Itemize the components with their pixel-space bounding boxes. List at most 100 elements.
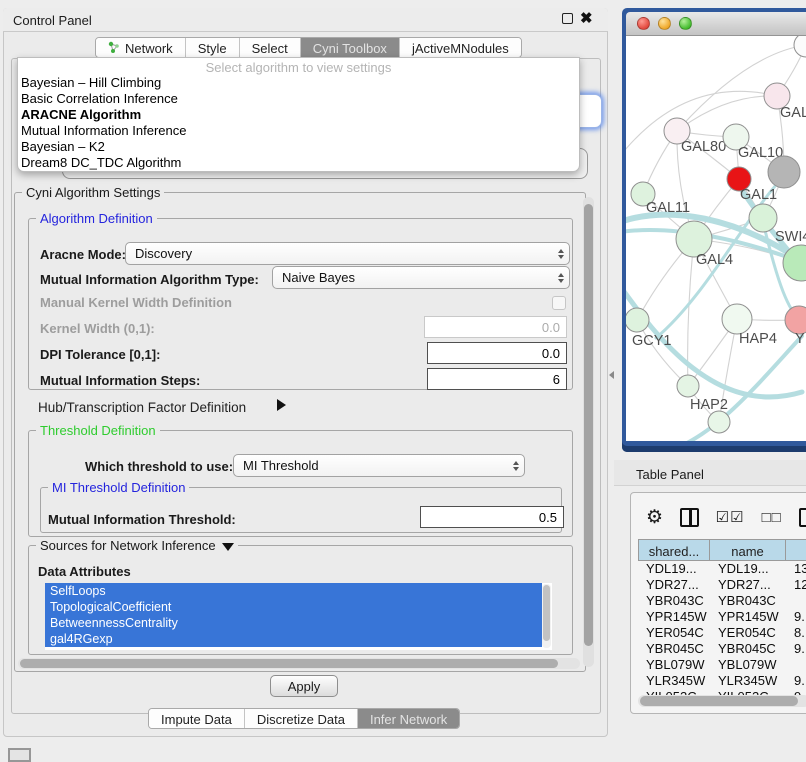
network-edge[interactable] (677, 96, 777, 131)
node-label: Y (795, 331, 805, 347)
column-header[interactable]: shared... (638, 539, 710, 561)
tab-label: Network (125, 41, 173, 56)
network-canvas[interactable]: GALGAL80GAL10GAL1GAL11GAL4SWI4GCY1HAP4YH… (626, 36, 806, 441)
table-cell: YBR043C (710, 593, 786, 609)
algorithm-item[interactable]: ARACNE Algorithm (18, 107, 579, 123)
settings-horizontal-scrollbar[interactable] (18, 658, 580, 669)
minimize-window-icon[interactable] (658, 17, 671, 30)
close-window-icon[interactable] (637, 17, 650, 30)
table-cell: 9. (786, 609, 806, 625)
kernel-width-field[interactable]: 0.0 (424, 316, 567, 338)
table-cell: YLR345W (638, 673, 710, 689)
table-row[interactable]: YPR145WYPR145W9. (638, 609, 806, 625)
expand-right-icon[interactable] (277, 399, 286, 411)
table-row[interactable]: YER054CYER054C8. (638, 625, 806, 641)
threshold-definition-legend: Threshold Definition (36, 423, 160, 438)
node-table: shared...name YDL19...YDL19...13YDR27...… (638, 539, 806, 705)
table-horizontal-scrollbar[interactable] (638, 695, 806, 707)
table-row[interactable]: YLR345WYLR345W9. (638, 673, 806, 689)
algorithm-dropdown-placeholder: Select algorithm to view settings (18, 58, 579, 75)
control-panel-titlebar (3, 8, 608, 32)
algorithm-item[interactable]: Basic Correlation Inference (18, 91, 579, 107)
node-label: GAL80 (681, 139, 726, 155)
deselect-all-checkboxes-icon[interactable]: □□ (762, 509, 782, 526)
tab-select[interactable]: Select (240, 38, 301, 57)
combo-stepper-icon (553, 249, 569, 259)
table-hscrollbar-thumb[interactable] (640, 696, 798, 706)
settings-vertical-scrollbar[interactable] (583, 197, 594, 667)
attribute-item[interactable]: SelfLoops (45, 583, 542, 599)
tab-impute-data[interactable]: Impute Data (149, 709, 245, 728)
mi-steps-field[interactable]: 6 (427, 368, 567, 390)
mi-threshold-legend: MI Threshold Definition (48, 480, 189, 495)
tab-label: Discretize Data (257, 712, 345, 727)
network-node-gcy1[interactable] (626, 308, 649, 332)
which-threshold-combo[interactable]: MI Threshold (233, 454, 525, 477)
algorithm-item[interactable]: Mutual Information Inference (18, 123, 579, 139)
attr-rows: SelfLoopsTopologicalCoefficientBetweenne… (45, 583, 552, 647)
node-label: HAP2 (690, 397, 728, 413)
network-edge[interactable] (637, 320, 688, 386)
zoom-window-icon[interactable] (679, 17, 692, 30)
tab-infer-network[interactable]: Infer Network (358, 709, 459, 728)
table-cell: YPR145W (638, 609, 710, 625)
tab-cyni-toolbox[interactable]: Cyni Toolbox (301, 38, 400, 57)
data-attributes-list[interactable]: SelfLoopsTopologicalCoefficientBetweenne… (45, 583, 552, 650)
panel-splitter-arrow-icon[interactable] (609, 371, 614, 379)
node-label: HAP4 (739, 331, 777, 347)
tab-discretize-data[interactable]: Discretize Data (245, 709, 358, 728)
attribute-item[interactable]: BetweennessCentrality (45, 615, 542, 631)
collapse-down-icon[interactable] (222, 543, 234, 551)
column-header[interactable]: name (710, 539, 786, 561)
column-header[interactable] (786, 539, 806, 561)
table-panel: ⚙ ☑☑ □□ shared...name YDL19...YDL19...13… (630, 492, 806, 714)
network-window-titlebar[interactable] (626, 12, 806, 36)
attribute-item[interactable]: gal4RGexp (45, 631, 542, 647)
tab-network[interactable]: Network (96, 38, 186, 57)
network-node-gal1[interactable] (749, 204, 777, 232)
table-row[interactable]: YBR043CYBR043C (638, 593, 806, 609)
attributes-scrollbar-thumb[interactable] (543, 585, 550, 641)
table-cell: YDR27... (710, 577, 786, 593)
hub-definition-label[interactable]: Hub/Transcription Factor Definition (38, 400, 246, 415)
algorithm-item[interactable]: Bayesian – K2 (18, 139, 579, 155)
tab-jactivemnodules[interactable]: jActiveMNodules (400, 38, 521, 57)
table-row[interactable]: YDL19...YDL19...13 (638, 561, 806, 577)
network-node[interactable] (794, 36, 806, 57)
aracne-mode-combo[interactable]: Discovery (125, 242, 570, 265)
aracne-mode-value: Discovery (126, 246, 553, 261)
screenshot-stage: Control Panel ✖ NetworkStyleSelectCyni T… (0, 0, 806, 762)
table-row[interactable]: YBR045CYBR045C9. (638, 641, 806, 657)
minimized-panel-icon[interactable] (8, 748, 31, 762)
new-table-icon[interactable] (799, 508, 806, 527)
table-cell: YBR045C (710, 641, 786, 657)
mi-threshold-field[interactable]: 0.5 (420, 506, 564, 528)
algorithm-item[interactable]: Dream8 DC_TDC Algorithm (18, 155, 579, 171)
mi-type-combo[interactable]: Naive Bayes (272, 266, 570, 289)
tab-style[interactable]: Style (186, 38, 240, 57)
attribute-item[interactable]: TopologicalCoefficient (45, 599, 542, 615)
mi-threshold-label: Mutual Information Threshold: (48, 512, 236, 527)
network-node-y[interactable] (785, 306, 806, 334)
columns-icon[interactable] (680, 508, 699, 527)
apply-button[interactable]: Apply (270, 675, 338, 697)
table-row[interactable]: YDR27...YDR27...12 (638, 577, 806, 593)
table-row[interactable]: YBL079WYBL079W (638, 657, 806, 673)
close-panel-icon[interactable]: ✖ (580, 9, 593, 27)
table-cell: 9. (786, 673, 806, 689)
network-node-hap4[interactable] (722, 304, 752, 334)
select-all-checkboxes-icon[interactable]: ☑☑ (716, 508, 745, 526)
table-cell: YPR145W (710, 609, 786, 625)
table-cell: 8. (786, 625, 806, 641)
settings-hscrollbar-thumb[interactable] (20, 659, 558, 668)
dpi-tolerance-field[interactable]: 0.0 (427, 342, 567, 364)
settings-scrollbar-thumb[interactable] (584, 204, 593, 646)
network-node[interactable] (768, 156, 800, 188)
algorithm-item[interactable]: Bayesian – Hill Climbing (18, 75, 579, 91)
network-node[interactable] (708, 411, 730, 433)
float-window-icon[interactable] (562, 13, 573, 24)
attributes-scrollbar[interactable] (542, 584, 551, 648)
manual-kernel-checkbox[interactable] (552, 296, 566, 310)
gear-icon[interactable]: ⚙ (646, 508, 663, 527)
network-node-hap2[interactable] (677, 375, 699, 397)
